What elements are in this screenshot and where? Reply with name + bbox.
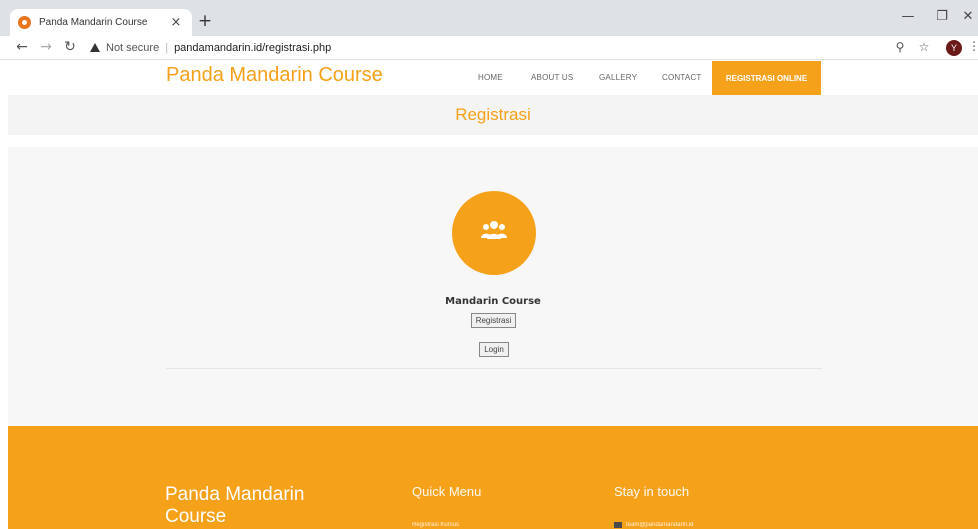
window-close-icon[interactable]: ✕ — [958, 9, 978, 24]
footer-stay-in-touch-title: Stay in touch — [614, 484, 690, 499]
nav-home[interactable]: HOME — [478, 73, 503, 82]
page-title: Registrasi — [455, 105, 531, 124]
content-divider — [166, 368, 822, 369]
browser-tab[interactable]: Panda Mandarin Course × — [10, 9, 192, 36]
warning-icon — [90, 43, 100, 52]
browser-tab-bar: Panda Mandarin Course × + — ❐ ✕ — [0, 0, 978, 36]
login-button[interactable]: Login — [479, 342, 509, 357]
site-brand[interactable]: Panda Mandarin Course — [166, 64, 383, 87]
site-footer: Panda Mandarin Course Quick Menu Registr… — [8, 426, 978, 529]
course-icon-circle — [452, 191, 536, 275]
site-header: Panda Mandarin Course HOME ABOUT US GALL… — [0, 61, 978, 95]
profile-avatar[interactable]: Y — [946, 40, 962, 56]
address-bar: ← → ↻ Not secure | pandamandarin.id/regi… — [0, 36, 978, 60]
course-name: Mandarin Course — [445, 296, 541, 307]
tab-title: Panda Mandarin Course — [39, 17, 148, 28]
footer-brand: Panda Mandarin Course — [165, 484, 305, 527]
omnibox[interactable]: Not secure | pandamandarin.id/registrasi… — [86, 38, 886, 57]
reload-icon[interactable]: ↻ — [62, 39, 78, 56]
minimize-icon[interactable]: — — [898, 9, 918, 24]
footer-link-registrasi-kursus[interactable]: Registrasi Kursus — [412, 522, 459, 528]
zoom-icon[interactable]: ⚲ — [892, 40, 908, 54]
nav-about-us[interactable]: ABOUT US — [531, 73, 573, 82]
restore-icon[interactable]: ❐ — [932, 9, 952, 24]
site-favicon-icon — [18, 16, 31, 29]
email-icon — [614, 522, 622, 528]
nav-gallery[interactable]: GALLERY — [599, 73, 637, 82]
menu-icon[interactable]: ⋮ — [966, 39, 978, 53]
omnibox-separator: | — [165, 41, 169, 54]
users-icon — [481, 221, 507, 239]
forward-icon[interactable]: → — [38, 39, 54, 56]
back-icon[interactable]: ← — [14, 39, 30, 56]
new-tab-button[interactable]: + — [196, 12, 214, 30]
footer-quick-menu-title: Quick Menu — [412, 484, 482, 499]
not-secure-label: Not secure — [106, 41, 160, 54]
main-content: Mandarin Course Registrasi Login — [8, 147, 978, 426]
star-icon[interactable]: ☆ — [916, 40, 932, 54]
tab-close-button[interactable]: × — [168, 15, 184, 30]
url-text[interactable]: pandamandarin.id/registrasi.php — [174, 42, 331, 54]
nav-contact[interactable]: CONTACT — [662, 73, 701, 82]
registrasi-button[interactable]: Registrasi — [471, 313, 516, 328]
footer-email[interactable]: team@pandamandarin.id — [626, 522, 693, 528]
nav-registrasi-online[interactable]: REGISTRASI ONLINE — [712, 61, 821, 95]
page-banner: Registrasi — [8, 95, 978, 135]
